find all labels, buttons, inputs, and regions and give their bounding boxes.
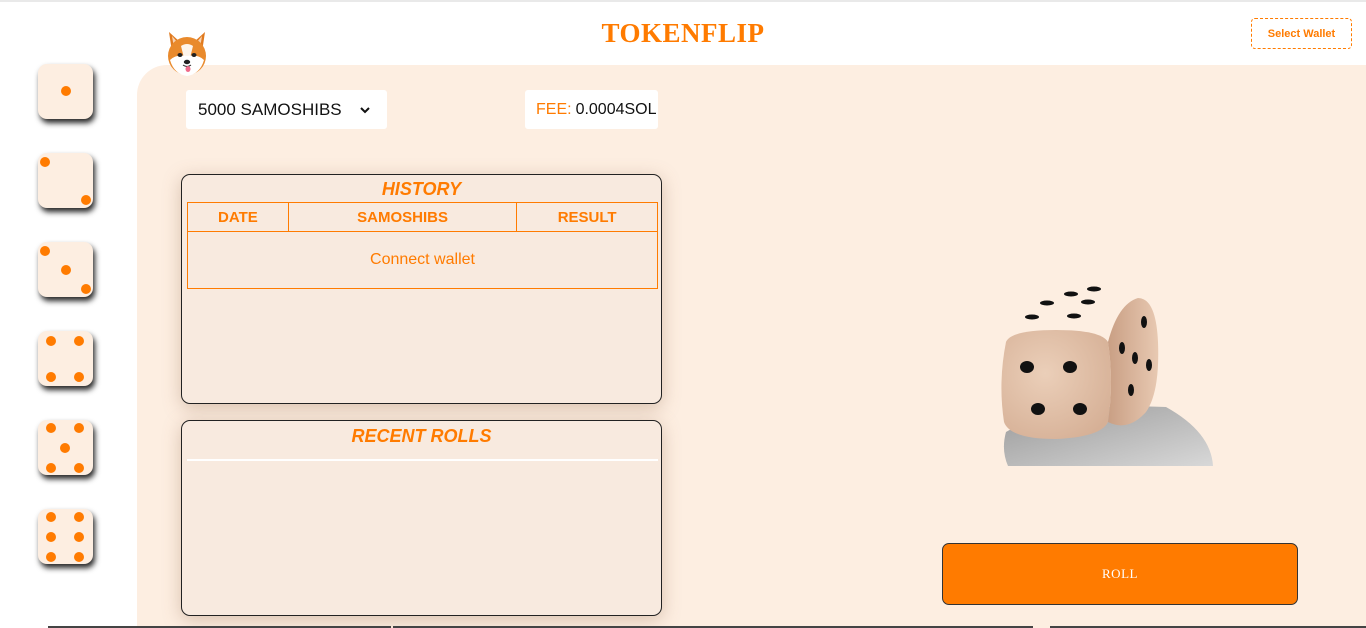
die-pip xyxy=(46,512,56,522)
die-pip xyxy=(46,552,56,562)
die-pip xyxy=(74,532,84,542)
bet-amount-select[interactable]: 5000 SAMOSHIBS xyxy=(186,90,387,129)
column-header-result: RESULT xyxy=(516,202,658,232)
die-pip xyxy=(46,463,56,473)
column-header-samoshibs: SAMOSHIBS xyxy=(287,202,518,232)
history-table: DATE SAMOSHIBS RESULT Connect wallet xyxy=(187,202,658,289)
fee-value: 0.0004SOL xyxy=(575,100,657,118)
fee-label: FEE: xyxy=(536,100,572,118)
die-pip xyxy=(61,86,71,96)
die-pip xyxy=(46,336,56,346)
die-pip xyxy=(61,265,71,275)
die-pip xyxy=(74,512,84,522)
shiba-inu-logo-icon xyxy=(164,28,210,80)
dice-face-5-button[interactable] xyxy=(38,420,93,475)
recent-rolls-title: RECENT ROLLS xyxy=(351,426,492,446)
die-pip xyxy=(81,195,91,205)
fee-display: FEE: 0.0004SOL xyxy=(525,90,658,129)
die-pip xyxy=(81,284,91,294)
die-pip xyxy=(74,463,84,473)
die-pip xyxy=(46,532,56,542)
roll-button[interactable]: ROLL xyxy=(942,543,1298,605)
dice-face-1-button[interactable] xyxy=(38,64,93,119)
history-card: HISTORY DATE SAMOSHIBS RESULT Connect wa… xyxy=(181,174,662,404)
dice-face-3-button[interactable] xyxy=(38,242,93,297)
recent-rolls-divider xyxy=(187,459,658,461)
die-pip xyxy=(40,157,50,167)
chevron-down-icon xyxy=(359,101,371,114)
dice-face-4-button[interactable] xyxy=(38,331,93,386)
connect-wallet-message: Connect wallet xyxy=(187,231,658,289)
dice-illustration xyxy=(996,282,1216,468)
dice-face-2-button[interactable] xyxy=(38,153,93,208)
bet-amount-value: 5000 SAMOSHIBS xyxy=(198,99,342,119)
die-pip xyxy=(74,552,84,562)
die-pip xyxy=(74,423,84,433)
top-border xyxy=(0,0,1366,2)
die-pip xyxy=(74,336,84,346)
recent-rolls-card: RECENT ROLLS xyxy=(181,420,662,616)
die-pip xyxy=(74,372,84,382)
die-pip xyxy=(60,443,70,453)
select-wallet-button[interactable]: Select Wallet xyxy=(1251,18,1352,49)
die-pip xyxy=(46,372,56,382)
dice-face-6-button[interactable] xyxy=(38,509,93,564)
die-pip xyxy=(40,246,50,256)
column-header-date: DATE xyxy=(187,202,289,232)
history-title: HISTORY xyxy=(381,179,462,199)
die-pip xyxy=(46,423,56,433)
